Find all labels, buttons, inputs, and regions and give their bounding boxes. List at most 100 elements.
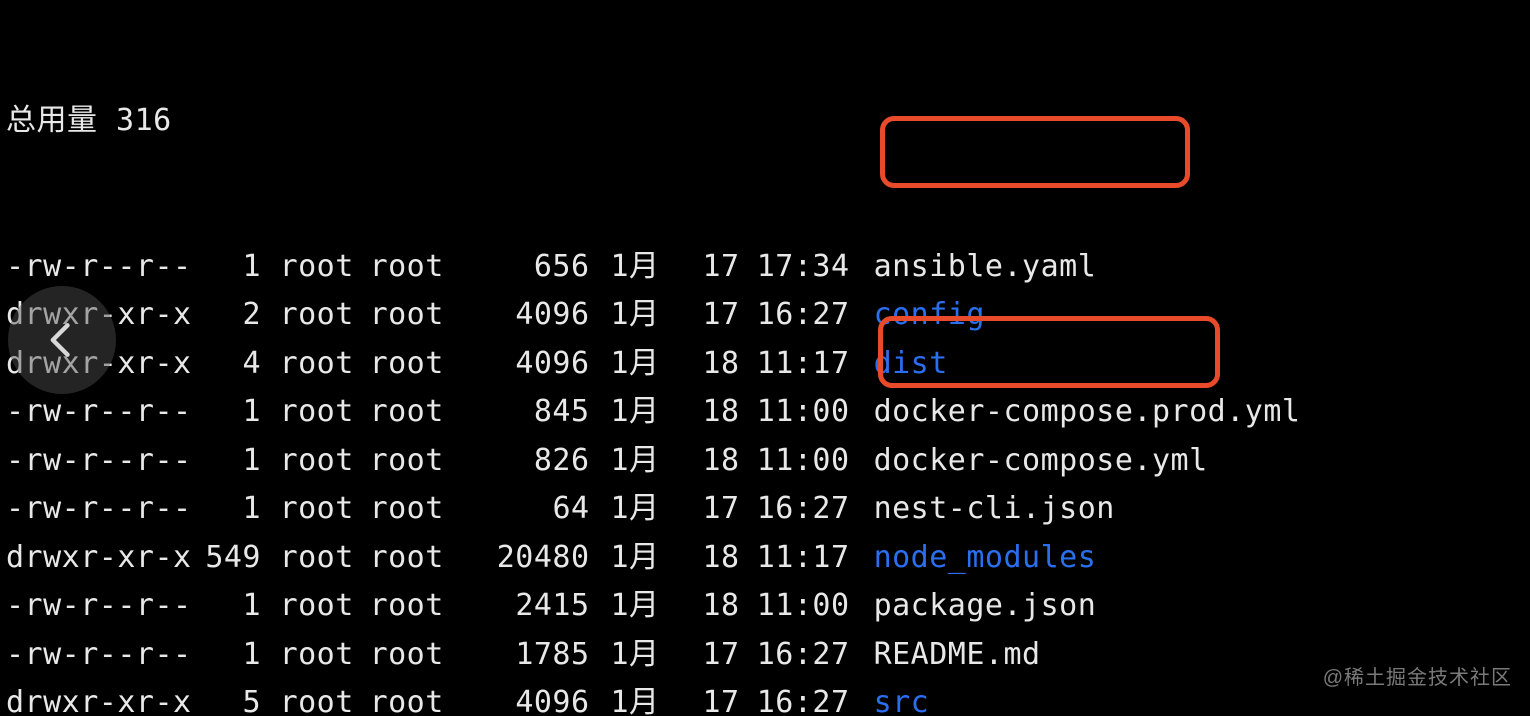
group: root xyxy=(370,340,460,389)
size: 826 xyxy=(460,437,590,486)
day: 18 xyxy=(660,582,740,631)
permissions: -rw-r--r-- xyxy=(6,388,191,437)
permissions: drwxr-xr-x xyxy=(6,534,191,583)
time: 16:27 xyxy=(740,291,850,340)
owner: root xyxy=(280,291,370,340)
time: 17:34 xyxy=(740,243,850,292)
day: 17 xyxy=(660,243,740,292)
owner: root xyxy=(280,243,370,292)
permissions: -rw-r--r-- xyxy=(6,437,191,486)
file-listing: -rw-r--r--1 rootroot6561月1717:34ansible.… xyxy=(6,243,1530,716)
month: 1月 xyxy=(590,534,660,583)
size: 656 xyxy=(460,243,590,292)
month: 1月 xyxy=(590,679,660,716)
group: root xyxy=(370,679,460,716)
link-count: 1 xyxy=(191,485,261,534)
link-count: 1 xyxy=(191,243,261,292)
file-name: docker-compose.yml xyxy=(850,437,1208,486)
directory-name: dist xyxy=(850,340,948,389)
size: 4096 xyxy=(460,291,590,340)
owner: root xyxy=(280,388,370,437)
watermark: @稀土掘金技术社区 xyxy=(1323,654,1512,703)
day: 17 xyxy=(660,679,740,716)
month: 1月 xyxy=(590,243,660,292)
owner: root xyxy=(280,679,370,716)
month: 1月 xyxy=(590,291,660,340)
link-count: 1 xyxy=(191,437,261,486)
size: 2415 xyxy=(460,582,590,631)
group: root xyxy=(370,388,460,437)
file-name: package.json xyxy=(850,582,1097,631)
month: 1月 xyxy=(590,582,660,631)
total-line: 总用量 316 xyxy=(6,97,1530,146)
link-count: 549 xyxy=(191,534,261,583)
time: 11:00 xyxy=(740,582,850,631)
day: 18 xyxy=(660,340,740,389)
size: 4096 xyxy=(460,340,590,389)
file-row: -rw-r--r--1 rootroot6561月1717:34ansible.… xyxy=(6,243,1530,292)
group: root xyxy=(370,485,460,534)
owner: root xyxy=(280,534,370,583)
file-row: -rw-r--r--1 rootroot24151月1811:00package… xyxy=(6,582,1530,631)
size: 845 xyxy=(460,388,590,437)
file-row: -rw-r--r--1 rootroot8451月1811:00docker-c… xyxy=(6,388,1530,437)
time: 11:17 xyxy=(740,534,850,583)
size: 64 xyxy=(460,485,590,534)
permissions: -rw-r--r-- xyxy=(6,485,191,534)
time: 16:27 xyxy=(740,679,850,716)
permissions: -rw-r--r-- xyxy=(6,243,191,292)
group: root xyxy=(370,534,460,583)
file-row: -rw-r--r--1 rootroot641月1716:27nest-cli.… xyxy=(6,485,1530,534)
file-row: drwxr-xr-x4 rootroot40961月1811:17dist xyxy=(6,340,1530,389)
time: 11:00 xyxy=(740,388,850,437)
group: root xyxy=(370,243,460,292)
time: 11:17 xyxy=(740,340,850,389)
file-name: nest-cli.json xyxy=(850,485,1115,534)
month: 1月 xyxy=(590,485,660,534)
month: 1月 xyxy=(590,340,660,389)
link-count: 4 xyxy=(191,340,261,389)
size: 4096 xyxy=(460,679,590,716)
owner: root xyxy=(280,485,370,534)
file-name: ansible.yaml xyxy=(850,243,1097,292)
owner: root xyxy=(280,340,370,389)
permissions: drwxr-xr-x xyxy=(6,679,191,716)
file-row: -rw-r--r--1 rootroot17851月1716:27README.… xyxy=(6,631,1530,680)
day: 17 xyxy=(660,291,740,340)
directory-name: src xyxy=(850,679,930,716)
size: 20480 xyxy=(460,534,590,583)
directory-name: config xyxy=(850,291,985,340)
month: 1月 xyxy=(590,437,660,486)
file-row: drwxr-xr-x549 rootroot204801月1811:17node… xyxy=(6,534,1530,583)
time: 16:27 xyxy=(740,631,850,680)
permissions: -rw-r--r-- xyxy=(6,582,191,631)
month: 1月 xyxy=(590,631,660,680)
size: 1785 xyxy=(460,631,590,680)
link-count: 1 xyxy=(191,631,261,680)
file-name: docker-compose.prod.yml xyxy=(850,388,1301,437)
file-row: -rw-r--r--1 rootroot8261月1811:00docker-c… xyxy=(6,437,1530,486)
month: 1月 xyxy=(590,388,660,437)
file-name: README.md xyxy=(850,631,1041,680)
owner: root xyxy=(280,437,370,486)
group: root xyxy=(370,437,460,486)
link-count: 1 xyxy=(191,388,261,437)
day: 17 xyxy=(660,631,740,680)
group: root xyxy=(370,582,460,631)
link-count: 1 xyxy=(191,582,261,631)
day: 17 xyxy=(660,485,740,534)
time: 11:00 xyxy=(740,437,850,486)
permissions: -rw-r--r-- xyxy=(6,631,191,680)
link-count: 2 xyxy=(191,291,261,340)
owner: root xyxy=(280,631,370,680)
terminal-output: 总用量 316 -rw-r--r--1 rootroot6561月1717:34… xyxy=(0,0,1530,716)
group: root xyxy=(370,631,460,680)
file-row: drwxr-xr-x5 rootroot40961月1716:27src xyxy=(6,679,1530,716)
time: 16:27 xyxy=(740,485,850,534)
day: 18 xyxy=(660,437,740,486)
chevron-left-icon xyxy=(40,318,84,362)
back-button[interactable] xyxy=(8,286,116,394)
file-row: drwxr-xr-x2 rootroot40961月1716:27config xyxy=(6,291,1530,340)
link-count: 5 xyxy=(191,679,261,716)
directory-name: node_modules xyxy=(850,534,1097,583)
